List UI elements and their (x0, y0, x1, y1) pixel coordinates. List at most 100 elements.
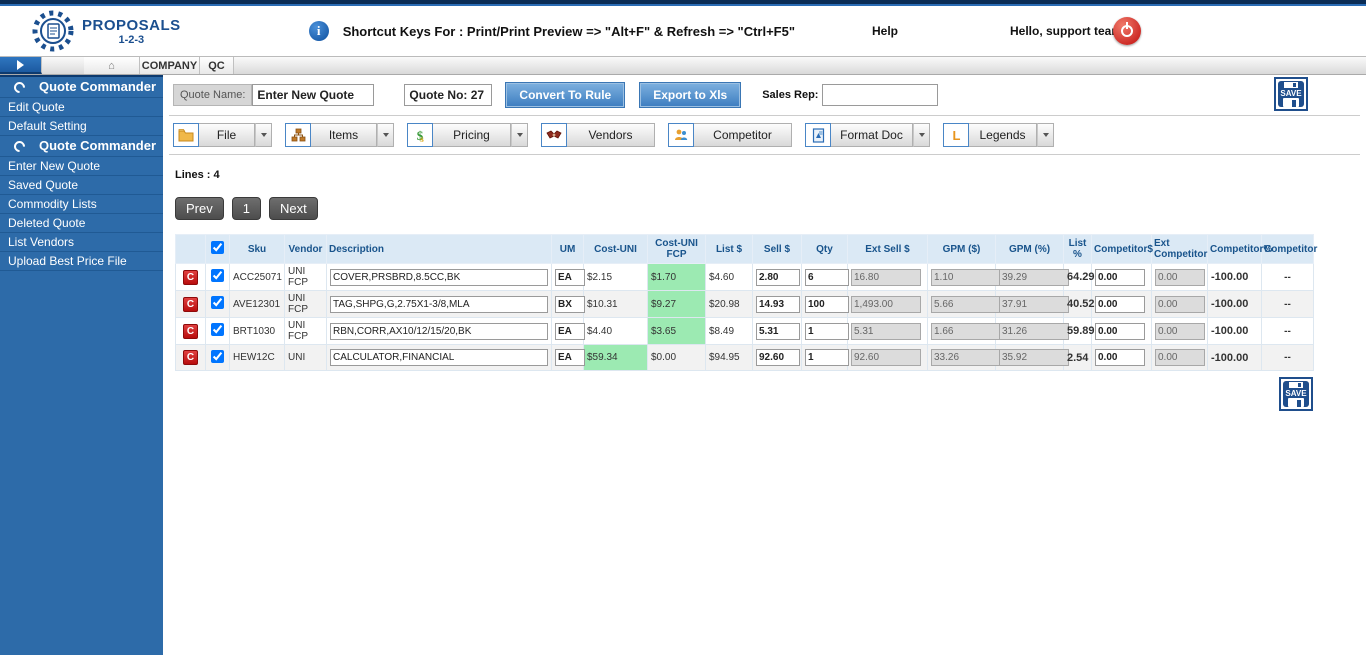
next-page-button[interactable]: Next (269, 197, 318, 220)
quote-table-body: C ACC25071 UNI FCP $2.15 $1.70 $4.60 64.… (176, 264, 1314, 371)
col-ext-competitor: Ext Competitor (1152, 235, 1208, 264)
col-list: List $ (706, 235, 753, 264)
sku-cell: AVE12301 (230, 291, 285, 318)
description-input[interactable] (330, 349, 548, 366)
competitor-dollar-input[interactable] (1095, 349, 1145, 366)
toolbar-competitor-button[interactable]: Competitor (694, 123, 792, 147)
description-input[interactable] (330, 269, 548, 286)
save-button[interactable]: SAVE (1279, 377, 1313, 416)
table-row: C HEW12C UNI $59.34 $0.00 $94.95 2.54 -1… (176, 345, 1314, 371)
qty-input[interactable] (805, 296, 849, 313)
competitor-icon[interactable] (668, 123, 694, 147)
svg-text:s: s (420, 134, 424, 143)
sell-price-input[interactable] (756, 296, 800, 313)
competitor-dollar-input[interactable] (1095, 269, 1145, 286)
quote-name-input[interactable] (252, 84, 374, 106)
prev-page-button[interactable]: Prev (175, 197, 224, 220)
vendor-cell: UNI (285, 345, 327, 371)
select-all-checkbox[interactable] (211, 241, 224, 254)
logo-gear-icon (30, 8, 76, 54)
row-checkbox[interactable] (211, 323, 224, 336)
tab-company[interactable]: COMPANY (140, 57, 200, 74)
list-price-cell: $94.95 (706, 345, 753, 371)
toolbar-format-doc-button[interactable]: Format Doc (831, 123, 913, 147)
pricing-dropdown-arrow[interactable] (511, 123, 528, 147)
um-input[interactable] (555, 323, 585, 340)
file-dropdown-arrow[interactable] (255, 123, 272, 147)
main-content: Quote Name: Convert To Rule Export to Xl… (163, 75, 1366, 655)
um-input[interactable] (555, 296, 585, 313)
shortcut-keys-text: Shortcut Keys For : Print/Print Preview … (343, 24, 795, 39)
pricing-icon[interactable]: $s (407, 123, 433, 147)
export-to-xls-button[interactable]: Export to Xls (640, 83, 740, 107)
vendors-icon[interactable] (541, 123, 567, 147)
ext-competitor-field (1155, 296, 1205, 313)
list-price-cell: $8.49 (706, 318, 753, 345)
sku-cell: HEW12C (230, 345, 285, 371)
qty-input[interactable] (805, 323, 849, 340)
col-sell: Sell $ (753, 235, 802, 264)
sidebar-item-edit-quote[interactable]: Edit Quote (0, 98, 163, 117)
save-button[interactable]: SAVE (1274, 77, 1308, 116)
quote-no-input[interactable] (404, 84, 492, 106)
sell-price-input[interactable] (756, 349, 800, 366)
legends-icon[interactable]: L (943, 123, 969, 147)
toolbar-items-button[interactable]: Items (311, 123, 377, 147)
save-floppy-icon: SAVE (1279, 377, 1313, 411)
legends-dropdown-arrow[interactable] (1037, 123, 1054, 147)
row-c-badge[interactable]: C (183, 270, 198, 285)
competitor-cell: -- (1262, 345, 1314, 371)
sell-price-input[interactable] (756, 269, 800, 286)
sidebar-item-upload-best-price-file[interactable]: Upload Best Price File (0, 252, 163, 271)
format-doc-icon[interactable] (805, 123, 831, 147)
row-c-badge[interactable]: C (183, 350, 198, 365)
sidebar-item-deleted-quote[interactable]: Deleted Quote (0, 214, 163, 233)
tab-home[interactable]: ⌂ (84, 57, 140, 74)
col-cost-uni: Cost-UNI (584, 235, 648, 264)
sku-cell: ACC25071 (230, 264, 285, 291)
sidebar-item-saved-quote[interactable]: Saved Quote (0, 176, 163, 195)
items-dropdown-arrow[interactable] (377, 123, 394, 147)
competitor-dollar-input[interactable] (1095, 323, 1145, 340)
toolbar-vendors-button[interactable]: Vendors (567, 123, 655, 147)
description-input[interactable] (330, 323, 548, 340)
help-link[interactable]: Help (872, 24, 898, 38)
tab-qc[interactable]: QC (200, 57, 234, 74)
logout-power-icon[interactable] (1113, 17, 1141, 45)
competitor-pct-cell: -100.00 (1208, 291, 1262, 318)
sidebar-item-default-setting[interactable]: Default Setting (0, 117, 163, 136)
row-checkbox[interactable] (211, 350, 224, 363)
user-greeting: Hello, support team (1010, 24, 1122, 38)
folder-icon[interactable] (173, 123, 199, 147)
items-icon[interactable] (285, 123, 311, 147)
um-input[interactable] (555, 349, 585, 366)
um-input[interactable] (555, 269, 585, 286)
row-checkbox[interactable] (211, 269, 224, 282)
sell-price-input[interactable] (756, 323, 800, 340)
convert-to-rule-button[interactable]: Convert To Rule (506, 83, 624, 107)
sidebar-item-enter-new-quote[interactable]: Enter New Quote (0, 157, 163, 176)
tab-expand-arrow[interactable] (0, 57, 42, 74)
qty-input[interactable] (805, 349, 849, 366)
row-c-badge[interactable]: C (183, 324, 198, 339)
cost-uni-cell: $10.31 (584, 291, 648, 318)
toolbar-legends-button[interactable]: Legends (969, 123, 1037, 147)
page-number-button[interactable]: 1 (232, 197, 261, 220)
toolbar-pricing-button[interactable]: Pricing (433, 123, 511, 147)
row-c-badge[interactable]: C (183, 297, 198, 312)
sidebar-item-commodity-lists[interactable]: Commodity Lists (0, 195, 163, 214)
sidebar-header-quote-commander-2: Quote Commander (0, 136, 163, 157)
qty-input[interactable] (805, 269, 849, 286)
table-row: C ACC25071 UNI FCP $2.15 $1.70 $4.60 64.… (176, 264, 1314, 291)
competitor-cell: -- (1262, 318, 1314, 345)
competitor-dollar-input[interactable] (1095, 296, 1145, 313)
toolbar-file-button[interactable]: File (199, 123, 255, 147)
description-input[interactable] (330, 296, 548, 313)
format-doc-dropdown-arrow[interactable] (913, 123, 930, 147)
quote-name-label: Quote Name: (173, 84, 252, 106)
sales-rep-input[interactable] (822, 84, 938, 106)
sidebar-item-list-vendors[interactable]: List Vendors (0, 233, 163, 252)
row-checkbox[interactable] (211, 296, 224, 309)
competitor-pct-cell: -100.00 (1208, 345, 1262, 371)
col-gpm-pct: GPM (%) (996, 235, 1064, 264)
